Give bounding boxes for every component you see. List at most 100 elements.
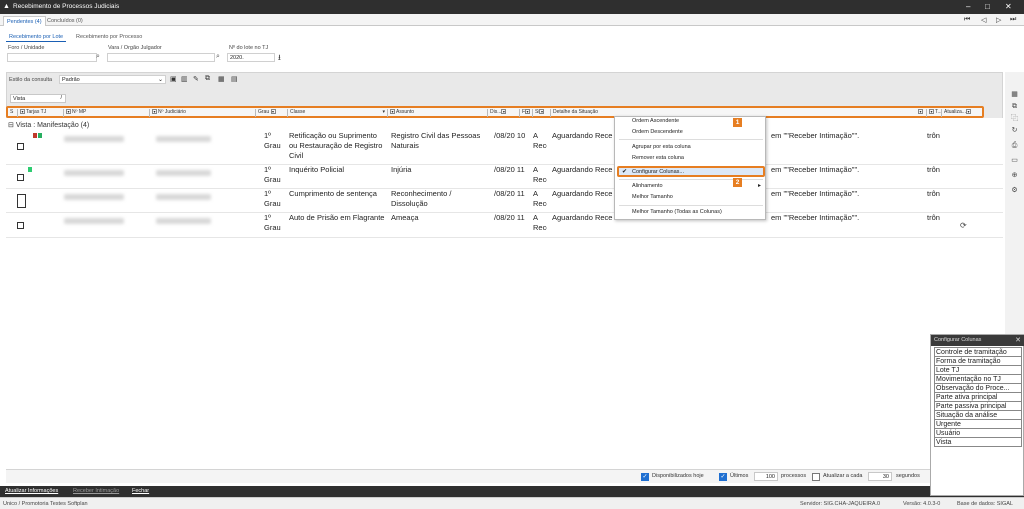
col-tarjas[interactable]: ▾ Tarjas TJ [18, 109, 64, 117]
calendar-icon[interactable]: ▦ [1010, 91, 1019, 99]
atualizar-checkbox[interactable] [812, 473, 820, 481]
table-row[interactable]: 1º Grau Inquérito Policial Injúria /08/2… [6, 165, 1003, 189]
redacted-mp [64, 218, 124, 224]
refresh-icon[interactable]: ↻ [1010, 127, 1019, 135]
cell-dis: /08/20 11 [494, 165, 525, 174]
cell-detalhe: Aguardando Rece [552, 189, 613, 198]
atualizar-input[interactable]: 30 [868, 472, 892, 481]
fechar-button[interactable]: Fechar [132, 488, 149, 494]
config-item[interactable]: Vista [934, 437, 1022, 447]
table-row[interactable]: 1º Grau Retificação ou Suprimento ou Res… [6, 131, 1003, 165]
group-by-box[interactable]: Vista / [10, 94, 66, 103]
menu-divider [619, 205, 763, 206]
row-checkbox[interactable] [17, 174, 24, 181]
close-icon[interactable]: ✕ [1015, 336, 1021, 344]
row-checkbox[interactable] [17, 194, 26, 208]
col-atualiza[interactable]: Atualiza...▾ [942, 109, 980, 117]
col-judiciario[interactable]: ▾ Nº Judiciário [150, 109, 256, 117]
atualizar-informacoes-button[interactable]: Atualizar Informações [5, 488, 58, 494]
col-dis[interactable]: Dis...▾ [488, 109, 520, 117]
group-header[interactable]: ⊟ Vista : Manifestação (4) [8, 121, 89, 129]
cell-dis: /08/20 11 [494, 189, 525, 198]
cell-detalhe: Aguardando Rece [552, 165, 613, 174]
search-icon[interactable]: ⌕ [216, 53, 220, 61]
delete-icon[interactable]: ▥ [181, 75, 188, 83]
col-si[interactable]: Si▾ [533, 109, 551, 117]
window-title: Recebimento de Processos Judiciais [13, 3, 120, 10]
table-row[interactable]: 1º Grau Auto de Prisão em Flagrante Amea… [6, 213, 1003, 238]
menu-item-configurar-colunas[interactable]: ✔ Configurar Colunas... [617, 166, 765, 177]
zoom-icon[interactable]: ⊕ [1010, 172, 1019, 180]
title-bar: ▲ Recebimento de Processos Judiciais – □… [0, 0, 1024, 14]
search-icon[interactable]: ⌕ [96, 53, 100, 61]
foro-input[interactable] [7, 53, 97, 62]
save-icon[interactable]: ▣ [170, 75, 177, 83]
copy-icon[interactable]: ⧉ [1010, 103, 1019, 111]
ultimos-checkbox[interactable]: ✓ [719, 473, 727, 481]
cell-classe: Retificação ou Suprimento ou Restauração… [289, 131, 383, 160]
menu-item-melhor-tamanho-todas[interactable]: Melhor Tamanho (Todas as Colunas) [632, 209, 722, 215]
export-icon[interactable]: ⧉ [205, 75, 210, 83]
col-mp[interactable]: ▾ Nº MP [64, 109, 150, 117]
chevron-right-icon: ▸ [758, 183, 762, 189]
disponibilizados-checkbox[interactable]: ✓ [641, 473, 649, 481]
col-f[interactable]: F▾ [520, 109, 533, 117]
col-t[interactable]: ▾ T... [927, 109, 942, 117]
download-icon[interactable]: ⭳ [278, 52, 281, 66]
lote-input[interactable]: 2020. [227, 53, 275, 62]
grid-icon[interactable]: ▦ [218, 75, 225, 83]
maximize-button[interactable]: □ [985, 2, 990, 11]
duplicate-icon[interactable]: ⿻ [1010, 115, 1019, 123]
table-row[interactable]: 1º Grau Cumprimento de sentença Reconhec… [6, 189, 1003, 213]
cell-f: A Rece [533, 131, 547, 150]
refresh-icon[interactable]: ⟳ [960, 221, 967, 231]
folder-icon[interactable]: ▭ [1010, 157, 1019, 165]
next-icon[interactable]: ▷ [996, 16, 1001, 24]
segundos-label: segundos [896, 473, 920, 479]
col-assunto[interactable]: ▾ Assunto [388, 109, 488, 117]
config-columns-panel: Configurar Colunas ✕ Controle de tramita… [930, 334, 1024, 496]
last-icon[interactable]: ⏭ [1010, 16, 1016, 24]
cell-f: A Rece [533, 189, 547, 208]
tab-recebimento-lote[interactable]: Recebimento por Lote [6, 33, 67, 42]
status-base: Base de dados: SIGAL [957, 501, 1013, 507]
prev-icon[interactable]: ◁ [981, 16, 986, 24]
menu-item-remover[interactable]: Remover esta coluna [632, 155, 684, 161]
cell-t: trôn [927, 165, 940, 174]
row-checkbox[interactable] [17, 143, 24, 150]
redacted-mp [64, 170, 124, 176]
tarja-red [33, 133, 37, 138]
cell-t: trôn [927, 189, 940, 198]
edit-icon[interactable]: ✎ [193, 75, 199, 83]
menu-item-agrupar[interactable]: Agrupar por esta coluna [632, 144, 691, 150]
minimize-button[interactable]: – [966, 2, 970, 11]
cell-assunto: Ameaça [391, 213, 419, 222]
menu-item-melhor-tamanho[interactable]: Melhor Tamanho [632, 194, 673, 200]
close-button[interactable]: ✕ [1005, 2, 1012, 11]
menu-item-alinhamento[interactable]: Alinhamento [632, 183, 663, 189]
settings-icon[interactable]: ⚙ [1010, 187, 1019, 195]
menu-item-ordem-ascendente[interactable]: Ordem Ascendente [632, 118, 679, 124]
col-classe[interactable]: Classe ▾ [288, 109, 388, 117]
print-icon[interactable]: ⎙ [1010, 142, 1019, 150]
first-icon[interactable]: ⏮ [964, 16, 970, 24]
ultimos-input[interactable]: 100 [754, 472, 778, 481]
tab-recebimento-processo[interactable]: Recebimento por Processo [73, 33, 145, 42]
col-grau[interactable]: Grau ▾ [256, 109, 288, 117]
col-s[interactable]: S [8, 109, 18, 117]
cell-grau: 1º Grau [264, 189, 281, 208]
vara-label: Vara / Orgão Julgador [108, 45, 162, 51]
menu-item-ordem-descendente[interactable]: Ordem Descendente [632, 129, 683, 135]
cell-classe: Inquérito Policial [289, 165, 345, 174]
menu-divider [619, 139, 763, 140]
vara-input[interactable] [107, 53, 215, 62]
tab-concluidos[interactable]: Concluídos (0) [44, 16, 86, 26]
consulta-select[interactable]: Padrão ⌄ [59, 75, 166, 84]
layout-icon[interactable]: ▤ [231, 75, 238, 83]
cell-f: A Rece [533, 165, 547, 184]
receber-intimacao-button[interactable]: Receber Intimação [73, 488, 119, 494]
cell-assunto: Injúria [391, 165, 412, 174]
row-checkbox[interactable] [17, 222, 24, 229]
ultimos-label: Últimos [730, 473, 749, 479]
tab-pendentes[interactable]: Pendentes (4) [3, 16, 46, 26]
